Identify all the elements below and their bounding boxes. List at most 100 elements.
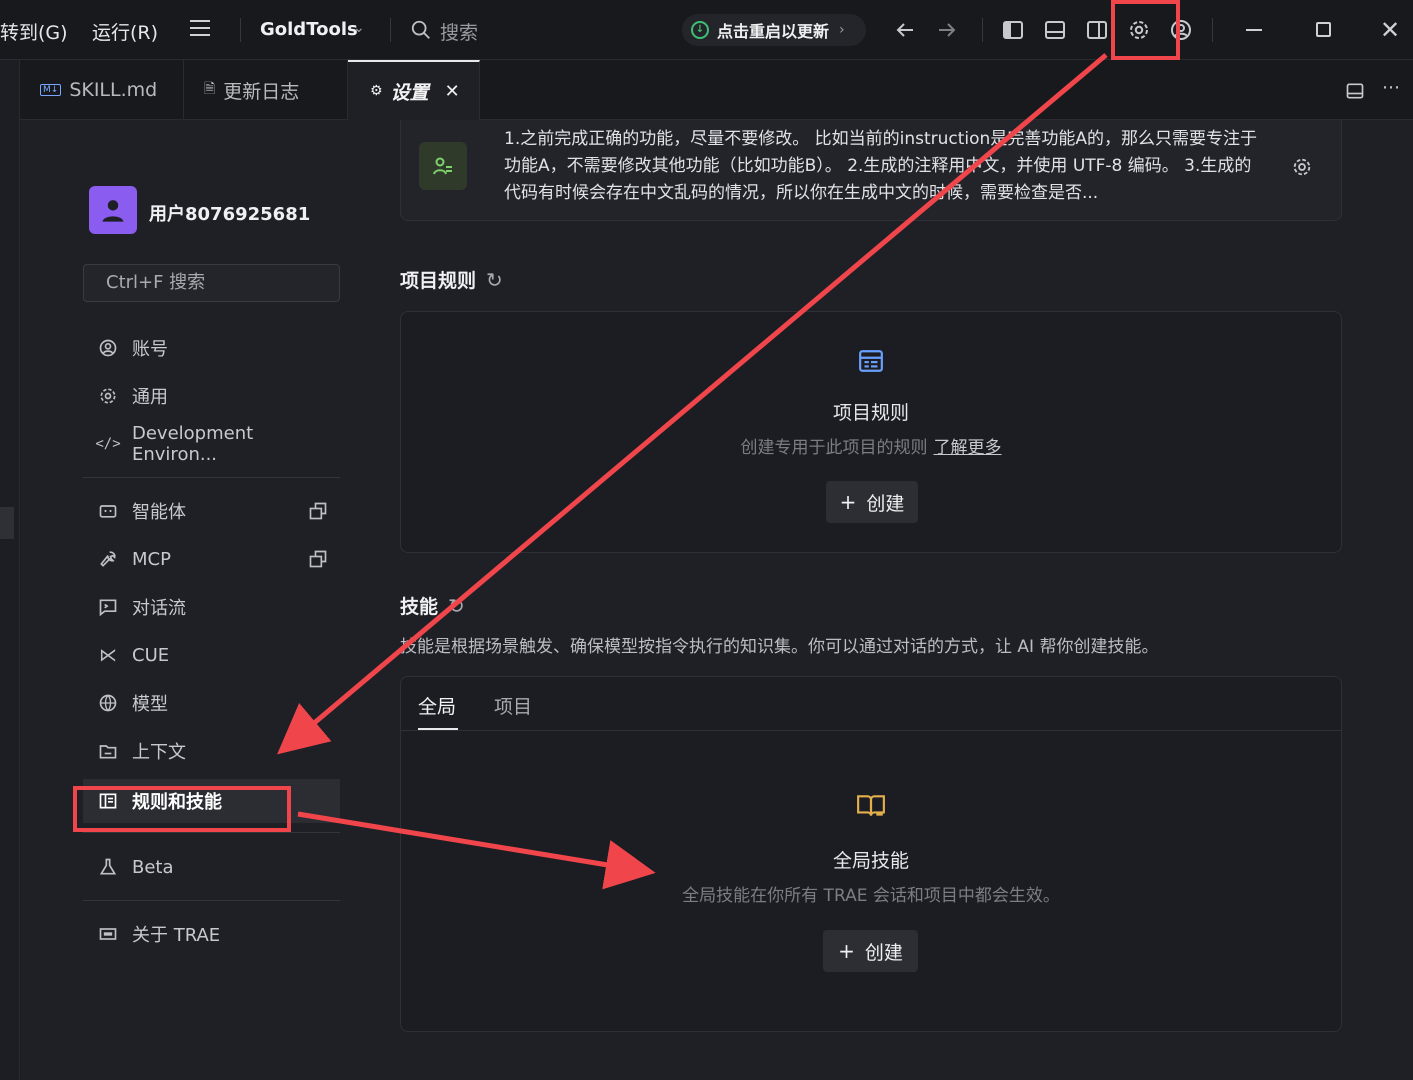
sidebar-item-label: 通用 [132, 387, 168, 408]
sidebar-item-label: CUE [132, 644, 170, 666]
sidebar-item-cue[interactable]: ⋉ CUE [83, 633, 340, 677]
rules-list-icon [401, 348, 1341, 378]
annotation-highlight-settings [1111, 0, 1180, 60]
sidebar-item-label: 关于 TRAE [132, 925, 221, 946]
personal-rule-text: 1.之前完成正确的功能，尽量不要修改。 比如当前的instruction是完善功… [504, 129, 1257, 203]
close-tab-icon[interactable]: ✕ [445, 81, 460, 102]
user-icon [102, 200, 124, 222]
activity-indicator [0, 507, 14, 539]
toggle-left-panel-icon[interactable] [1001, 18, 1025, 42]
tab-label: SKILL.md [69, 79, 158, 101]
gear-icon [97, 385, 119, 407]
sidebar-item-dev-environment[interactable]: </> Development Environ... [83, 422, 340, 466]
split-editor-icon[interactable] [1345, 81, 1365, 101]
button-label: 创建 [864, 941, 903, 964]
tab-label: 更新日志 [223, 80, 300, 103]
close-window-icon[interactable]: ✕ [1380, 16, 1400, 44]
sidebar-item-about[interactable]: 关于 TRAE [83, 912, 340, 956]
skills-description: 技能是根据场景触发、确保模型按指令执行的知识集。你可以通过对话的方式，让 AI … [400, 637, 1159, 657]
sidebar-item-general[interactable]: 通用 [83, 374, 340, 418]
sidebar-item-label: 账号 [132, 339, 168, 360]
menu-goto[interactable]: 转到(G) [0, 18, 68, 45]
sidebar-item-models[interactable]: 模型 [83, 681, 340, 725]
minimize-icon[interactable] [1246, 29, 1262, 31]
title-bar: 转到(G) 运行(R) GoldTools ⌄ 搜索 ↓ 点击重启以更新 › ✕ [0, 0, 1413, 60]
sidebar-item-chat-flow[interactable]: 对话流 [83, 585, 340, 629]
skills-tabs: 全局 项目 [401, 677, 1341, 731]
empty-title: 全局技能 [832, 850, 909, 872]
skills-heading: 技能 ↻ [400, 592, 465, 619]
about-icon [97, 923, 119, 945]
skills-panel: 全局 项目 全局技能 全局技能在你所有 TRAE 会话和项目中都会生效。 + 创… [400, 676, 1342, 1032]
code-icon: </> [95, 436, 121, 452]
learn-more-link[interactable]: 了解更多 [934, 438, 1002, 458]
project-rules-empty-state: 项目规则 创建专用于此项目的规则 了解更多 + 创建 [400, 311, 1342, 553]
plus-icon: + [838, 939, 855, 963]
book-icon [401, 793, 1341, 823]
update-label: 点击重启以更新 [717, 22, 830, 41]
button-label: 创建 [866, 492, 905, 515]
tab-label: 设置 [390, 81, 429, 104]
maximize-icon[interactable] [1316, 22, 1331, 37]
empty-title: 项目规则 [832, 402, 909, 424]
rule-settings-gear-icon[interactable] [1291, 156, 1313, 178]
more-actions-icon[interactable]: ⋯ [1382, 77, 1400, 98]
activity-strip [0, 60, 20, 1080]
forward-arrow-icon[interactable] [935, 18, 959, 42]
chevron-down-icon[interactable]: ⌄ [353, 20, 365, 36]
toggle-bottom-panel-icon[interactable] [1043, 18, 1067, 42]
flask-icon [97, 856, 119, 878]
username: 用户8076925681 [149, 204, 311, 225]
sidebar-item-agents[interactable]: 智能体 [83, 489, 340, 533]
search-icon[interactable] [410, 19, 432, 41]
divider [83, 900, 340, 901]
menu-run[interactable]: 运行(R) [92, 18, 158, 45]
section-title: 技能 [400, 596, 439, 618]
tab-project[interactable]: 项目 [494, 692, 532, 719]
back-arrow-icon[interactable] [893, 18, 917, 42]
sidebar-item-mcp[interactable]: MCP [83, 537, 340, 581]
personal-rule-card[interactable]: 1.之前完成正确的功能，尽量不要修改。 比如当前的instruction是完善功… [400, 120, 1342, 221]
divider [240, 18, 241, 42]
refresh-icon[interactable]: ↻ [486, 268, 503, 292]
project-selector[interactable]: GoldTools [260, 19, 358, 40]
file-icon: 🗎 [204, 81, 216, 97]
toggle-right-panel-icon[interactable] [1085, 18, 1109, 42]
annotation-highlight-rules [73, 786, 291, 832]
divider [83, 832, 340, 833]
sidebar-item-label: Development Environ... [132, 423, 254, 465]
sidebar-item-account[interactable]: 账号 [83, 326, 340, 370]
tab-settings[interactable]: ⚙ 设置 ✕ [348, 60, 480, 120]
sidebar-item-context[interactable]: 上下文 [83, 729, 340, 773]
download-icon: ↓ [691, 21, 709, 39]
plus-icon: + [839, 490, 857, 514]
sidebar-item-beta[interactable]: Beta [83, 845, 340, 889]
settings-sidebar: 用户8076925681 Ctrl+F 搜索 账号 通用 </> Develop… [21, 120, 351, 1080]
tab-skill-md[interactable]: M↓ SKILL.md [20, 60, 184, 120]
gear-icon: ⚙ [370, 83, 383, 99]
empty-description: 全局技能在你所有 TRAE 会话和项目中都会生效。 [682, 886, 1060, 906]
create-skill-button[interactable]: + 创建 [823, 930, 918, 972]
account-icon [97, 337, 119, 359]
context-icon [97, 740, 119, 762]
restart-to-update-button[interactable]: ↓ 点击重启以更新 › [682, 14, 866, 46]
sidebar-item-label: 上下文 [132, 742, 186, 763]
external-window-icon[interactable] [308, 501, 328, 521]
tab-changelog[interactable]: 🗎 更新日志 [184, 60, 348, 120]
section-title: 项目规则 [400, 270, 477, 292]
hamburger-menu-icon[interactable] [190, 20, 210, 38]
settings-search-input[interactable]: Ctrl+F 搜索 [83, 264, 340, 302]
empty-description: 创建专用于此项目的规则 了解更多 [401, 433, 1341, 458]
create-project-rule-button[interactable]: + 创建 [826, 481, 918, 523]
sidebar-item-label: MCP [132, 548, 171, 570]
cue-icon: ⋉ [99, 644, 117, 666]
external-window-icon[interactable] [308, 549, 328, 569]
command-search[interactable]: 搜索 [440, 18, 478, 45]
chevron-right-icon: › [839, 22, 845, 38]
tab-global[interactable]: 全局 [418, 692, 456, 719]
avatar[interactable] [89, 186, 137, 234]
settings-content: 1.之前完成正确的功能，尽量不要修改。 比如当前的instruction是完善功… [351, 120, 1413, 1080]
sidebar-item-label: 模型 [132, 694, 168, 715]
refresh-icon[interactable]: ↻ [448, 594, 465, 618]
divider [390, 18, 391, 42]
